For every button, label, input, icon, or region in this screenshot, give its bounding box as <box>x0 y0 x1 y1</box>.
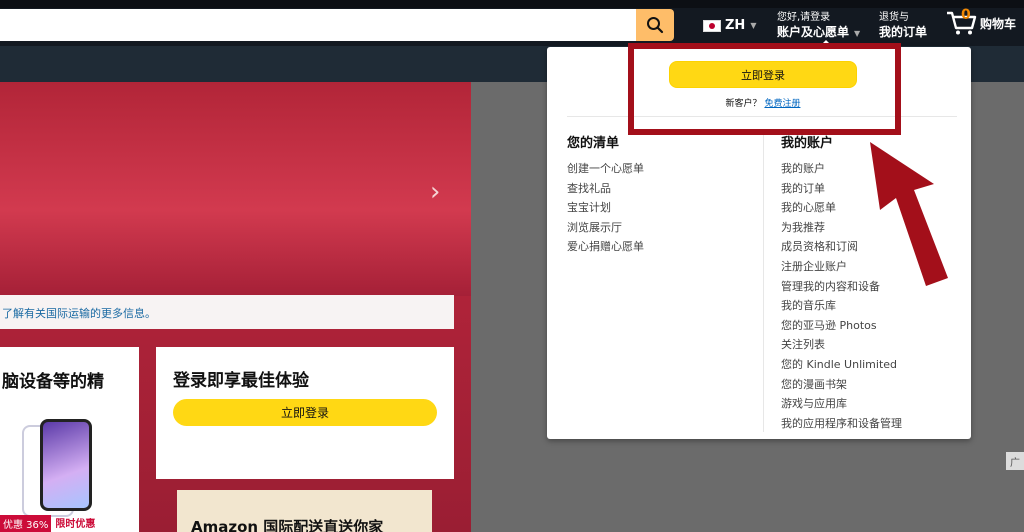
shipping-notice[interactable]: 了解有关国际运输的更多信息。 <box>0 295 454 329</box>
list-item[interactable]: 创建一个心愿单 <box>567 159 644 179</box>
top-nav-bar: ZH ▼ 您好,请登录 账户及心愿单 ▼ 退货与 我的订单 0 购物车 <box>0 0 1024 46</box>
deal-badge: 优惠 36% 限时优惠 <box>0 515 95 532</box>
account-item[interactable]: 关注列表 <box>781 335 902 355</box>
ad-label: 广 <box>1006 452 1024 470</box>
intl-shipping-title: Amazon 国际配送直送你家 <box>191 518 384 532</box>
account-item[interactable]: 我的应用程序和设备管理 <box>781 414 902 434</box>
returns-line2: 我的订单 <box>879 25 928 39</box>
account-menu[interactable]: 您好,请登录 账户及心愿单 ▼ <box>777 12 860 42</box>
deal-card-title: 脑设备等的精 <box>2 372 104 392</box>
list-item[interactable]: 宝宝计划 <box>567 198 644 218</box>
annotation-arrow-icon <box>870 142 948 286</box>
language-selector[interactable]: ZH ▼ <box>703 18 756 33</box>
intl-shipping-card[interactable]: Amazon 国际配送直送你家 <box>177 490 432 532</box>
language-code: ZH <box>725 18 746 33</box>
returns-orders-link[interactable]: 退货与 我的订单 <box>879 12 927 40</box>
search-input[interactable] <box>0 9 636 41</box>
account-item[interactable]: 您的 Kindle Unlimited <box>781 355 902 375</box>
column-divider <box>763 132 764 432</box>
list-item[interactable]: 浏览展示厅 <box>567 218 644 238</box>
deal-card[interactable]: 脑设备等的精 优惠 36% 限时优惠 <box>0 347 139 532</box>
lists-column: 您的清单 创建一个心愿单 查找礼品 宝宝计划 浏览展示厅 爱心捐赠心愿单 <box>567 132 644 257</box>
search-icon <box>647 17 664 34</box>
account-item[interactable]: 我的音乐库 <box>781 296 902 316</box>
discount-badge: 优惠 36% <box>0 515 52 532</box>
carousel-next-icon[interactable]: › <box>430 177 440 207</box>
signin-card-title: 登录即享最佳体验 <box>173 371 309 391</box>
cart-label: 购物车 <box>980 17 1017 31</box>
account-greeting: 您好,请登录 <box>777 12 831 23</box>
list-item[interactable]: 查找礼品 <box>567 179 644 199</box>
account-item[interactable]: 您的亚马逊 Photos <box>781 316 902 336</box>
cart-count: 0 <box>961 7 971 23</box>
returns-line1: 退货与 <box>879 12 909 23</box>
search-button[interactable] <box>636 9 674 41</box>
chevron-down-icon: ▼ <box>854 29 861 38</box>
highlight-box <box>628 43 901 135</box>
signin-card-button[interactable]: 立即登录 <box>173 399 437 426</box>
japan-flag-icon <box>703 19 721 32</box>
limited-deal-label: 限时优惠 <box>55 519 96 530</box>
chevron-down-icon: ▼ <box>750 21 757 30</box>
signin-card: 登录即享最佳体验 立即登录 <box>156 347 454 479</box>
hero-section: › 了解有关国际运输的更多信息。 脑设备等的精 优惠 36% 限时优惠 登录即享… <box>0 82 471 532</box>
top-strip <box>0 0 1024 8</box>
cart-button[interactable]: 0 购物车 <box>946 7 1017 36</box>
phone-image <box>40 419 92 511</box>
account-item[interactable]: 游戏与应用库 <box>781 394 902 414</box>
list-item[interactable]: 爱心捐赠心愿单 <box>567 237 644 257</box>
holiday-gift-banner <box>0 82 471 296</box>
account-item[interactable]: 您的漫画书架 <box>781 375 902 395</box>
